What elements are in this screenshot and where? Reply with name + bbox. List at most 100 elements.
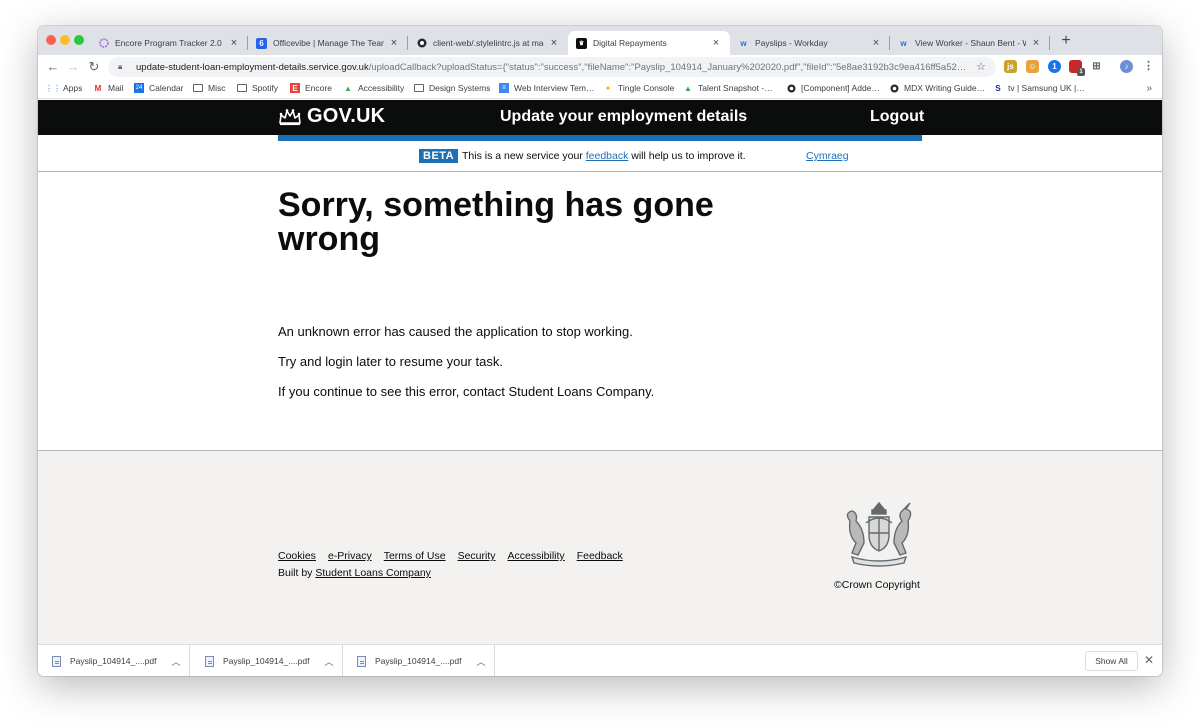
footer-link-feedback[interactable]: Feedback [577, 550, 623, 562]
cymraeg-language-link[interactable]: Cymraeg [806, 150, 849, 162]
minimize-window-button[interactable] [60, 35, 70, 45]
github-icon [786, 83, 796, 93]
bookmark-misc[interactable]: Misc [193, 83, 225, 93]
bookmark-samsung[interactable]: Stv | Samsung UK |… [993, 83, 1085, 93]
bookmarks-overflow-icon[interactable]: » [1146, 83, 1152, 94]
bookmark-label: Web Interview Tem… [514, 83, 595, 93]
browser-menu-icon[interactable]: ⋮ [1142, 60, 1155, 73]
bookmark-mdx-guide[interactable]: MDX Writing Guide… [889, 83, 985, 93]
bookmark-mail[interactable]: M Mail [93, 83, 124, 93]
page-title: Sorry, something has gone wrong [278, 186, 714, 258]
royal-coat-of-arms-icon [846, 501, 912, 567]
phase-text-before: This is a new service your [462, 150, 586, 162]
extension-badge: 1 [1077, 68, 1085, 76]
bookmark-spotify[interactable]: Spotify [237, 83, 278, 93]
reload-icon[interactable]: ↻ [85, 58, 103, 76]
profile-avatar[interactable]: ♪ [1120, 60, 1133, 73]
extension-face-icon[interactable]: ☺ [1026, 60, 1039, 73]
service-name-link[interactable]: Update your employment details [500, 108, 747, 126]
workday-icon: w [900, 38, 907, 48]
tab-officevibe[interactable]: 6 Officevibe | Manage The Team E… × [248, 31, 408, 55]
slc-link[interactable]: Student Loans Company [315, 567, 431, 579]
extension-js-icon[interactable]: js [1004, 60, 1017, 73]
close-shelf-icon[interactable]: ✕ [1144, 653, 1154, 667]
bookmark-label: Calendar [149, 83, 184, 93]
bookmark-talent-snapshot[interactable]: ▲ Talent Snapshot -… [683, 83, 773, 93]
pdf-file-icon [357, 655, 366, 667]
tab-github[interactable]: client-web/.stylelintrc.js at mast… × [408, 31, 568, 55]
address-bar[interactable]: 🔒︎ update-student-loan-employment-detail… [108, 57, 996, 77]
tab-close-icon[interactable]: × [710, 37, 722, 49]
bookmark-label: [Component] Adde… [801, 83, 880, 93]
bookmark-calendar[interactable]: 24 Calendar [134, 83, 184, 93]
drive-icon: ▲ [684, 83, 692, 93]
bookmark-label: tv | Samsung UK |… [1008, 83, 1085, 93]
github-icon [889, 83, 899, 93]
tab-close-icon[interactable]: × [548, 37, 560, 49]
download-item[interactable]: Payslip_104914_....pdf ︿ [191, 645, 343, 676]
tab-title: View Worker - Shaun Bent - Wo… [915, 38, 1026, 48]
feedback-link[interactable]: feedback [586, 150, 629, 162]
back-arrow-icon[interactable]: ← [44, 58, 62, 76]
extension-1password-icon[interactable]: 1 [1048, 60, 1061, 73]
crown-copyright[interactable]: ©Crown Copyright [834, 579, 920, 591]
bookmark-label: Accessibility [358, 83, 405, 93]
tab-close-icon[interactable]: × [870, 37, 882, 49]
tab-close-icon[interactable]: × [228, 37, 240, 49]
chevron-up-icon[interactable]: ︿ [468, 655, 494, 668]
tab-digital-repayments[interactable]: ♛ Digital Repayments × [568, 31, 730, 55]
extensions-puzzle-icon[interactable]: ⊞ [1090, 60, 1103, 73]
footer-link-terms[interactable]: Terms of Use [384, 550, 446, 562]
footer-link-cookies[interactable]: Cookies [278, 550, 316, 562]
tab-title: Encore Program Tracker 2.0 [115, 38, 222, 48]
bookmark-web-interview[interactable]: ≡ Web Interview Tem… [499, 83, 594, 93]
footer-link-accessibility[interactable]: Accessibility [508, 550, 565, 562]
chevron-up-icon[interactable]: ︿ [316, 655, 342, 668]
tab-title: client-web/.stylelintrc.js at mast… [433, 38, 544, 48]
bookmark-star-icon[interactable]: ☆ [976, 60, 986, 73]
chevron-up-icon[interactable]: ︿ [163, 655, 189, 668]
folder-icon [237, 84, 247, 92]
crown-icon [279, 108, 301, 125]
new-tab-button[interactable]: + [1058, 32, 1074, 50]
tab-close-icon[interactable]: × [388, 37, 400, 49]
footer-link-eprivacy[interactable]: e-Privacy [328, 550, 372, 562]
bookmark-accessibility[interactable]: ▲ Accessibility [343, 83, 404, 93]
tab-workday-payslips[interactable]: w Payslips - Workday × [730, 31, 890, 55]
tab-workday-worker[interactable]: w View Worker - Shaun Bent - Wo… × [890, 31, 1050, 55]
beta-tag: BETA [419, 149, 459, 163]
apps-grid-icon: ⋮⋮ [45, 83, 61, 93]
contact-paragraph: If you continue to see this error, conta… [278, 384, 655, 399]
bookmark-design-systems[interactable]: Design Systems [414, 83, 490, 93]
bookmark-tingle-console[interactable]: ✦ Tingle Console [603, 83, 675, 93]
bookmark-encore[interactable]: E Encore [290, 83, 332, 93]
extension-shield-icon[interactable]: 1 [1069, 60, 1085, 76]
built-by-text: Built by Student Loans Company [278, 567, 431, 579]
maximize-window-button[interactable] [74, 35, 84, 45]
samsung-icon: S [995, 83, 1001, 93]
download-item[interactable]: Payslip_104914_....pdf ︿ [343, 645, 495, 676]
download-filename: Payslip_104914_....pdf [375, 656, 462, 666]
logout-link[interactable]: Logout [870, 108, 924, 126]
tab-encore[interactable]: Encore Program Tracker 2.0 × [90, 31, 248, 55]
sparkle-icon: ✦ [604, 83, 612, 93]
download-shelf: Payslip_104914_....pdf ︿ Payslip_104914_… [38, 644, 1162, 676]
forward-arrow-icon[interactable]: → [64, 58, 82, 76]
bookmark-label: Mail [108, 83, 124, 93]
download-item[interactable]: Payslip_104914_....pdf ︿ [38, 645, 190, 676]
bookmark-label: Spotify [252, 83, 278, 93]
close-window-button[interactable] [46, 35, 56, 45]
bookmark-apps[interactable]: ⋮⋮ Apps [45, 83, 82, 93]
download-filename: Payslip_104914_....pdf [223, 656, 310, 666]
bookmark-component[interactable]: [Component] Adde… [786, 83, 880, 93]
bookmark-label: Tingle Console [618, 83, 675, 93]
govuk-logotype: GOV.UK [307, 105, 386, 127]
gmail-icon: M [94, 83, 102, 93]
govuk-logo-link[interactable]: GOV.UK [278, 105, 385, 128]
bookmark-label: Encore [305, 83, 332, 93]
encore-icon: E [290, 83, 300, 93]
show-all-downloads-button[interactable]: Show All [1085, 651, 1138, 671]
phase-banner: BETA This is a new service your feedback… [38, 141, 1162, 172]
footer-link-security[interactable]: Security [458, 550, 496, 562]
tab-close-icon[interactable]: × [1030, 37, 1042, 49]
